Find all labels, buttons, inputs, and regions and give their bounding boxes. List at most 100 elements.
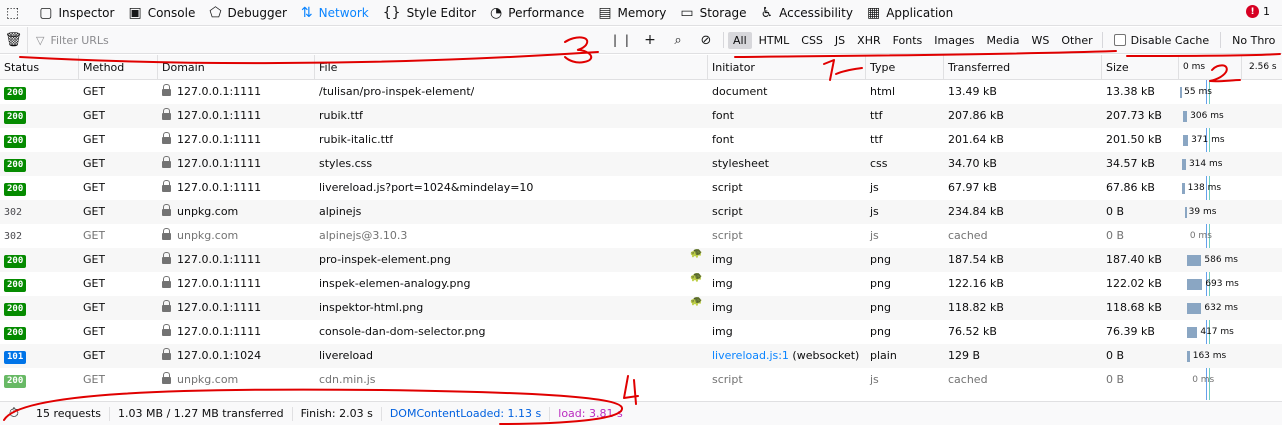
method-text: GET (83, 373, 106, 386)
checkbox-icon (1113, 34, 1126, 46)
domain-cell: 127.0.0.1:1111 (158, 296, 261, 320)
type-text: png (870, 301, 891, 314)
tab-label: Accessibility (779, 5, 853, 20)
table-row[interactable]: 200 GET 127.0.0.1:1111 inspek-elemen-analog… (0, 272, 1282, 296)
transferred-cell: 129 B (944, 344, 980, 368)
block-button[interactable]: ⊘ (692, 27, 720, 54)
waterfall-time-label: 314 ms (1188, 159, 1223, 169)
column-method[interactable]: Method (79, 55, 158, 80)
table-row[interactable]: 200 GET 127.0.0.1:1111 rubik.ttf font ttf 207.… (0, 104, 1282, 128)
filter-type-images[interactable]: Images (929, 32, 979, 49)
lock-icon (162, 204, 171, 216)
waterfall-time-label: 586 ms (1204, 255, 1238, 265)
filter-type-all[interactable]: All (728, 31, 752, 49)
domain-cell: 127.0.0.1:1111 (158, 272, 261, 296)
status-badge: 200 (4, 303, 27, 316)
transferred-text: 129 B (948, 349, 981, 362)
tab-performance[interactable]: ◔ Performance (482, 0, 590, 26)
filter-urls-placeholder: Filter URLs (50, 33, 109, 47)
table-row[interactable]: 302 GET unpkg.com alpinejs script js 234.84 kB… (0, 200, 1282, 224)
domain-cell: unpkg.com (158, 368, 238, 392)
method-cell: GET (79, 80, 105, 104)
filter-urls-input[interactable]: ▽ Filter URLs (28, 27, 608, 54)
tab-network[interactable]: ⇅ Network (293, 0, 375, 26)
domain-cell: 127.0.0.1:1111 (158, 248, 261, 272)
table-row[interactable]: 200 GET 127.0.0.1:1111 console-dan-dom-sele… (0, 320, 1282, 344)
column-type[interactable]: Type (866, 55, 944, 80)
transferred-cell: cached (944, 224, 988, 248)
load-time: load: 3.81 s (558, 406, 623, 420)
table-row[interactable]: 302 GET unpkg.com alpinejs@3.10.3 script js ca… (0, 224, 1282, 248)
element-picker-icon: ⬚ (6, 4, 20, 21)
table-row[interactable]: 200 GET 127.0.0.1:1111/tulisan/pro-inspek-… (0, 80, 1282, 104)
column-file[interactable]: File (315, 55, 708, 80)
column-waterfall[interactable]: 0 ms 2.56 s (1179, 55, 1282, 80)
transferred-text: cached (948, 373, 988, 386)
search-button[interactable]: ⌕ (664, 27, 692, 54)
type-cell: js (866, 224, 879, 248)
table-row[interactable]: 200 GET 127.0.0.1:1111 inspektor-html.png im… (0, 296, 1282, 320)
table-row[interactable]: 200 GET unpkg.com cdn.min.js script js cached 0… (0, 368, 1282, 392)
table-row[interactable]: 200 GET 127.0.0.1:1111 livereload.js?port=1… (0, 176, 1282, 200)
tab-debugger[interactable]: ⬠ Debugger (201, 0, 293, 26)
performance-analysis-button[interactable]: ⏱ (0, 406, 28, 421)
column-size[interactable]: Size (1102, 55, 1179, 80)
error-count-badge[interactable]: ! 1 (1246, 5, 1270, 18)
error-count: 1 (1263, 5, 1270, 18)
throttle-select[interactable]: No Thro (1224, 34, 1275, 47)
status-cell: 200 (0, 368, 79, 392)
transferred-text: 67.97 kB (948, 181, 997, 194)
column-domain[interactable]: Domain (158, 55, 315, 80)
disable-cache-checkbox[interactable]: Disable Cache (1106, 27, 1218, 54)
filter-type-html[interactable]: HTML (754, 32, 795, 49)
domain-text: 127.0.0.1:1111 (177, 301, 262, 314)
column-initiator[interactable]: Initiator (708, 55, 866, 80)
tab-memory[interactable]: ▤ Memory (590, 0, 672, 26)
table-row[interactable]: 200 GET 127.0.0.1:1111 styles.css stylesheet… (0, 152, 1282, 176)
filter-type-other[interactable]: Other (1056, 32, 1097, 49)
element-picker-button[interactable]: ⬚ (0, 0, 31, 26)
error-icon: ! (1246, 5, 1259, 18)
size-cell: 0 B (1102, 344, 1124, 368)
initiator-text[interactable]: livereload.js:1 (712, 349, 789, 362)
lock-icon (162, 228, 171, 240)
domain-text: 127.0.0.1:1111 (177, 157, 262, 170)
size-cell: 118.68 kB (1102, 296, 1162, 320)
column-transferred[interactable]: Transferred (944, 55, 1102, 80)
filter-type-ws[interactable]: WS (1027, 32, 1055, 49)
domain-text: unpkg.com (177, 229, 239, 242)
filter-type-media[interactable]: Media (981, 32, 1024, 49)
tab-style-editor[interactable]: {} Style Editor (375, 0, 482, 26)
initiator-cell: font (708, 128, 734, 152)
add-button[interactable]: + (636, 27, 664, 54)
column-status[interactable]: Status (0, 55, 79, 80)
table-row[interactable]: 101 GET 127.0.0.1:1024 livereload livereload… (0, 344, 1282, 368)
initiator-text: stylesheet (712, 157, 769, 170)
domain-text: 127.0.0.1:1024 (177, 349, 262, 362)
tab-application[interactable]: ▦ Application (859, 0, 959, 26)
transferred-summary: 1.03 MB / 1.27 MB transferred (110, 406, 293, 421)
file-text: styles.css (319, 157, 373, 170)
file-text: livereload (319, 349, 373, 362)
devtools-toolbox: ⬚ ▢ Inspector ▣ Console ⬠ Debugger ⇅ Network {} S… (0, 0, 1282, 26)
clear-requests-button[interactable]: 🗑 (0, 26, 28, 54)
domain-cell: 127.0.0.1:1111 (158, 320, 261, 344)
status-cell: 302 (0, 224, 79, 248)
pause-button[interactable]: | | (608, 27, 636, 54)
filter-type-css[interactable]: CSS (796, 32, 828, 49)
tab-storage[interactable]: ▭ Storage (672, 0, 752, 26)
filter-type-xhr[interactable]: XHR (852, 32, 885, 49)
type-text: ttf (870, 109, 883, 122)
tab-accessibility[interactable]: ♿ Accessibility (753, 0, 859, 26)
tab-console[interactable]: ▣ Console (120, 0, 201, 26)
file-text: pro-inspek-element.png (319, 253, 451, 266)
table-row[interactable]: 200 GET 127.0.0.1:1111 pro-inspek-element.p… (0, 248, 1282, 272)
method-cell: GET (79, 104, 105, 128)
initiator-text: script (712, 229, 743, 242)
filter-type-fonts[interactable]: Fonts (888, 32, 928, 49)
file-text: inspektor-html.png (319, 301, 424, 314)
filter-type-js[interactable]: JS (830, 32, 850, 49)
table-row[interactable]: 200 GET 127.0.0.1:1111 rubik-italic.ttf font… (0, 128, 1282, 152)
domain-text: 127.0.0.1:1111 (177, 109, 262, 122)
tab-inspector[interactable]: ▢ Inspector (31, 0, 120, 26)
